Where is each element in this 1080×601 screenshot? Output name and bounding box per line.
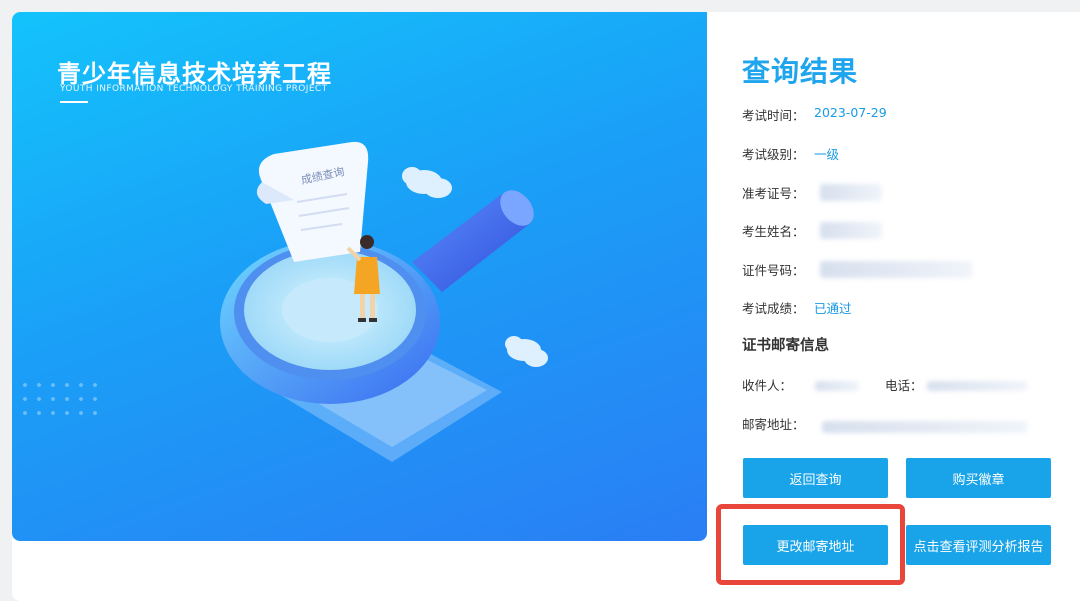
cloud-icon [505,336,548,367]
field-value: 2023-07-29 [814,105,887,120]
field-label: 考试时间： [742,108,805,123]
field-admission-number: 准考证号： [742,183,805,202]
field-id-number: 证件号码： [742,260,805,279]
redacted-value [822,421,1027,433]
result-panel: 查询结果 考试时间： 2023-07-29 考试级别： 一级 准考证号： 考生姓… [707,12,1080,601]
hero-subtitle: YOUTH INFORMATION TECHNOLOGY TRAINING PR… [60,84,328,94]
magnifier-illustration: 成绩查询 [220,141,548,462]
field-value: 已通过 [814,301,852,316]
hero-underline [60,101,88,103]
result-card: 青少年信息技术培养工程 YOUTH INFORMATION TECHNOLOGY… [12,12,1080,601]
field-exam-result: 考试成绩： 已通过 [742,298,852,317]
cloud-icon [402,167,452,198]
hero-banner: 青少年信息技术培养工程 YOUTH INFORMATION TECHNOLOGY… [12,12,707,541]
field-candidate-name: 考生姓名： [742,221,805,240]
redacted-value [820,222,882,239]
buy-badge-button[interactable]: 购买徽章 [906,458,1051,498]
field-label: 准考证号： [742,186,805,201]
field-label: 证件号码： [742,263,805,278]
view-report-button[interactable]: 点击查看评测分析报告 [906,525,1051,565]
redacted-value [820,184,882,201]
field-exam-level: 考试级别： 一级 [742,144,839,163]
field-label: 考试级别： [742,147,805,162]
redacted-value [820,261,972,278]
redacted-value [927,381,1027,391]
field-label: 考试成绩： [742,301,805,316]
decorative-dots [18,378,102,424]
back-to-query-button[interactable]: 返回查询 [743,458,888,498]
result-title: 查询结果 [742,55,859,88]
change-address-button[interactable]: 更改邮寄地址 [743,525,888,565]
field-exam-date: 考试时间： 2023-07-29 [742,105,887,124]
mail-section-title: 证书邮寄信息 [742,338,829,354]
field-label: 考生姓名： [742,224,805,239]
redacted-value [815,381,859,391]
phone-label: 电话： [885,378,923,393]
recipient-label: 收件人： [742,378,793,393]
field-value: 一级 [814,147,840,162]
address-label: 邮寄地址： [742,417,805,432]
